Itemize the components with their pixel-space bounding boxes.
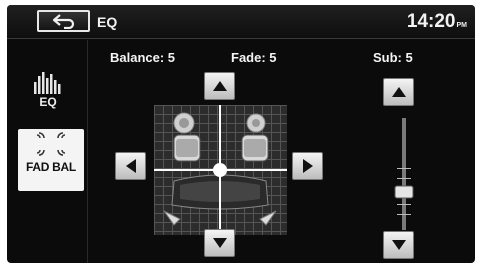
rear-right-speaker-icon [259, 210, 277, 226]
sidebar-item-fad-bal[interactable]: FAD BAL [18, 129, 84, 191]
triangle-down-icon [212, 238, 227, 248]
page-title: EQ [97, 14, 118, 30]
triangle-right-icon [302, 159, 313, 173]
fade-readout: Fade: 5 [231, 50, 277, 65]
balance-left-button[interactable] [115, 152, 146, 180]
fade-down-button[interactable] [204, 229, 235, 257]
front-left-speaker-icon [173, 112, 195, 134]
rear-left-speaker-icon [163, 210, 181, 226]
speakers-icon [36, 132, 66, 156]
front-right-speaker-icon [246, 113, 266, 133]
sidebar-item-eq[interactable]: EQ [15, 70, 81, 122]
car-diagram [154, 105, 287, 235]
triangle-up-icon [391, 87, 406, 97]
clock: 14:20 PM [407, 11, 467, 33]
back-button[interactable] [37, 10, 90, 32]
fade-up-button[interactable] [204, 72, 235, 100]
triangle-up-icon [212, 81, 227, 91]
sub-up-button[interactable] [383, 78, 414, 106]
sub-level-slider[interactable] [394, 118, 414, 230]
triangle-down-icon [391, 240, 406, 250]
balance-right-button[interactable] [292, 152, 323, 180]
top-bar: EQ 14:20 PM [7, 5, 475, 39]
balance-readout: Balance: 5 [110, 50, 176, 65]
sidebar: EQ FAD BAL [7, 40, 87, 263]
sidebar-divider [87, 40, 88, 263]
eq-screen: EQ 14:20 PM EQ FAD BAL Balance: 5 Fade: … [7, 5, 475, 263]
sub-down-button[interactable] [383, 231, 414, 259]
sub-slider-knob[interactable] [394, 185, 414, 199]
sub-slider-track [402, 118, 406, 230]
clock-time: 14:20 [406, 11, 456, 32]
sub-readout: Sub: 5 [373, 50, 413, 65]
sidebar-item-label: EQ [39, 95, 57, 109]
sidebar-item-label: FAD BAL [26, 160, 76, 174]
position-marker[interactable] [213, 163, 227, 177]
clock-ampm: PM [456, 22, 468, 29]
back-arrow-icon [52, 14, 74, 29]
triangle-left-icon [125, 159, 136, 173]
equalizer-bars-icon [34, 72, 61, 94]
